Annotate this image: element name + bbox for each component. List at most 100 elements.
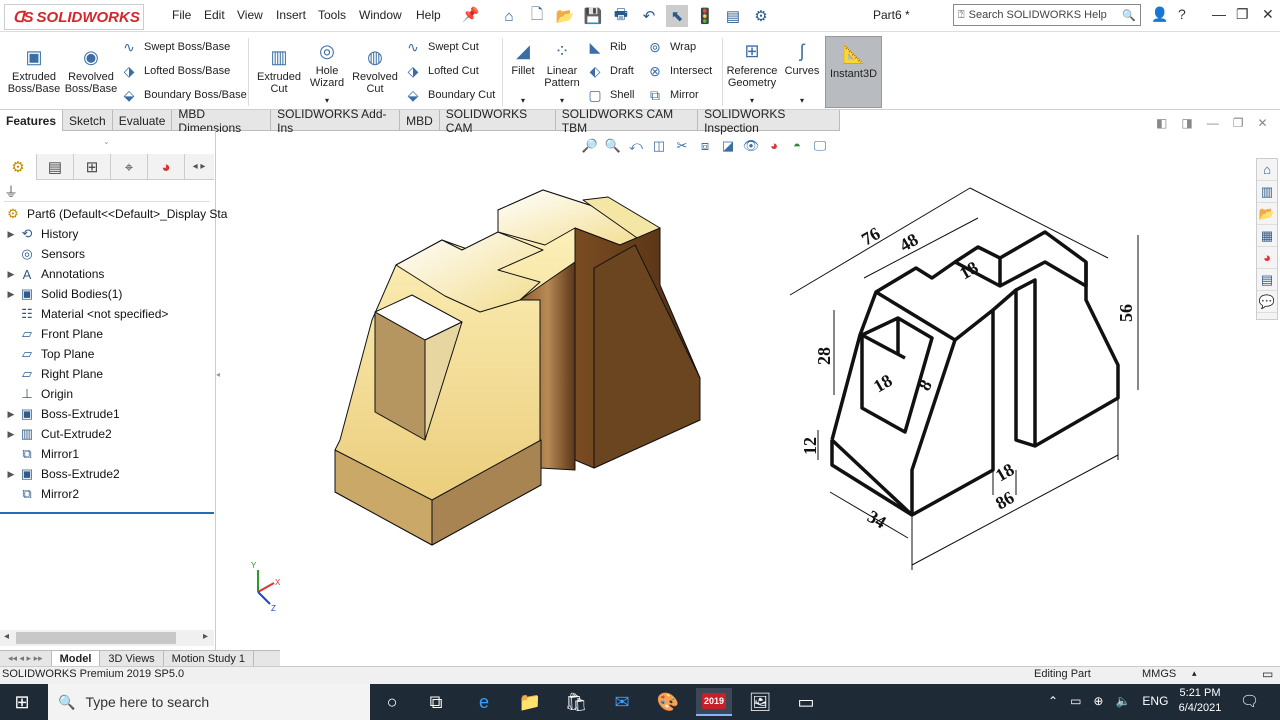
tab-mbd-dimensions[interactable]: MBD Dimensions [172,107,272,135]
tree-item[interactable]: ▶ ▣ Solid Bodies(1) [4,284,214,304]
tree-item[interactable]: ▶ A Annotations [4,264,214,284]
tree-item[interactable]: ☷ Material <not specified> [4,304,214,324]
mirror-button[interactable]: ⧉ Mirror [646,86,699,104]
tab-motion-study[interactable]: Motion Study 1 [164,651,255,666]
chevron-up-icon[interactable]: ⌃ [1048,694,1058,708]
revolved-boss-button[interactable]: ◉ Revolved Boss/Base [64,46,118,95]
volume-icon[interactable]: 🔈 [1115,694,1130,708]
network-icon[interactable]: ▭ [1070,694,1081,708]
shell-button[interactable]: ▢ Shell [586,86,634,104]
boundary-boss-button[interactable]: ⬙ Boundary Boss/Base [120,86,247,104]
scroll-right-icon[interactable]: ▸ [203,631,208,642]
dimxpert-tab[interactable]: ⌖ [111,154,148,180]
save-icon[interactable]: 💾 [582,5,604,27]
tab-solidworks-inspection[interactable]: SOLIDWORKS Inspection [698,107,840,135]
help-search-input[interactable]: ⍰ Search SOLIDWORKS Help 🔍 [953,4,1141,26]
swept-cut-button[interactable]: ∿ Swept Cut [404,38,479,56]
undo-icon[interactable]: ↶ [638,5,660,27]
intersect-button[interactable]: ⊗ Intersect [646,62,712,80]
language-indicator[interactable]: ENG [1142,694,1168,708]
rebuild-icon[interactable]: 🚦 [694,5,716,27]
notifications-icon[interactable]: 🗨 [1240,692,1259,710]
photos-icon[interactable]: 🖼 [742,688,778,716]
rollback-bar[interactable] [0,512,214,514]
menu-tools[interactable]: Tools [318,8,346,22]
extruded-boss-button[interactable]: ▣ Extruded Boss/Base [6,46,62,95]
options-gear-icon[interactable]: ⚙ [750,5,772,27]
open-folder-icon[interactable]: 📂 [554,5,576,27]
lofted-cut-button[interactable]: ⬗ Lofted Cut [404,62,479,80]
tree-item[interactable]: ▱ Top Plane [4,344,214,364]
chevron-down-icon[interactable]: ▾ [782,95,822,107]
rib-button[interactable]: ◣ Rib [586,38,627,56]
units-chevron-up-icon[interactable]: ▴ [1192,668,1197,679]
search-magnifier-icon[interactable]: 🔍 [1122,9,1140,22]
design-library-icon[interactable]: ▥ [1257,181,1277,203]
menu-window[interactable]: Window [359,8,402,22]
extruded-cut-button[interactable]: ▥ Extruded Cut [254,46,304,95]
taskbar-search-input[interactable]: 🔍 Type here to search [48,684,370,720]
units-label[interactable]: MMGS [1142,668,1176,680]
tree-item[interactable]: ⊥ Origin [4,384,214,404]
wrap-button[interactable]: ⊚ Wrap [646,38,696,56]
tree-item[interactable]: ▱ Front Plane [4,324,214,344]
file-explorer-icon[interactable]: 📂 [1257,203,1277,225]
revolved-cut-button[interactable]: ◍ Revolved Cut [350,46,400,95]
globe-icon[interactable]: ⊕ [1093,694,1103,708]
pin-icon[interactable]: 📌 [462,6,479,23]
appearances-icon[interactable]: ◕ [1257,247,1277,269]
tree-item[interactable]: ▶ ▥ Cut-Extrude2 [4,424,214,444]
task-view-icon[interactable]: ⧉ [418,688,454,716]
instant3d-button[interactable]: 📐 Instant3D [825,36,882,108]
edge-icon[interactable]: e [466,688,502,716]
lofted-boss-button[interactable]: ⬗ Lofted Boss/Base [120,62,231,80]
swept-boss-button[interactable]: ∿ Swept Boss/Base [120,38,230,56]
display-manager-tab[interactable]: ◕ [148,154,185,180]
curves-button[interactable]: ʃ Curves ▾ [782,40,822,107]
scroll-left-icon[interactable]: ◂ [4,631,9,642]
draft-button[interactable]: ⬖ Draft [586,62,634,80]
menu-file[interactable]: File [172,8,191,22]
expand-arrow-icon[interactable]: ▶ [4,429,18,440]
tab-features[interactable]: Features [0,110,64,131]
boundary-cut-button[interactable]: ⬙ Boundary Cut [404,86,496,104]
tile-right-icon[interactable]: ◨ [1181,116,1192,130]
status-options-icon[interactable]: ▭ [1262,667,1273,681]
menu-help[interactable]: Help [416,8,441,22]
scroll-thumb[interactable] [16,632,176,644]
clock[interactable]: 5:21 PM 6/4/2021 [1170,686,1230,716]
expand-arrow-icon[interactable]: ▶ [4,409,18,420]
fillet-button[interactable]: ◢ Fillet ▾ [506,40,540,107]
user-icon[interactable]: 👤 [1151,6,1168,23]
tree-root[interactable]: ⚙ Part6 (Default<<Default>_Display Sta [4,204,227,224]
chevron-down-icon[interactable]: ▾ [542,95,582,107]
reference-geometry-button[interactable]: ⊞ Reference Geometry ▾ [726,40,778,107]
tree-item[interactable]: ⧉ Mirror1 [4,444,214,464]
tab-model[interactable]: Model [51,651,101,666]
print-icon[interactable]: 🖶 [610,5,632,27]
chevron-down-icon[interactable]: ▾ [306,95,348,107]
solidworks-logo[interactable]: ꓷS SOLIDWORKS [4,4,144,30]
windows-start-icon[interactable]: ⊞ [4,688,40,716]
forum-icon[interactable]: 💬 [1257,291,1277,313]
help-icon[interactable]: ? [1178,6,1186,22]
linear-pattern-button[interactable]: ⁘ Linear Pattern ▾ [542,40,582,107]
custom-properties-icon[interactable]: ▤ [1257,269,1277,291]
feature-manager-tab[interactable]: ⚙ [0,154,37,180]
tab-mbd[interactable]: MBD [400,110,440,131]
menu-view[interactable]: View [237,8,263,22]
tile-left-icon[interactable]: ◧ [1156,116,1167,130]
expand-arrow-icon[interactable]: ▶ [4,269,18,280]
home-icon[interactable]: ⌂ [498,5,520,27]
tab-solidworks-cam[interactable]: SOLIDWORKS CAM [440,107,556,135]
cortana-icon[interactable]: ○ [374,688,410,716]
expand-arrow-icon[interactable]: ▶ [4,289,18,300]
tree-item[interactable]: ▶ ⟲ History [4,224,214,244]
panel-grip[interactable]: ⌄ [103,137,110,146]
close-icon[interactable]: ✕ [1262,6,1274,23]
tab-solidworks-cam-tbm[interactable]: SOLIDWORKS CAM TBM [556,107,699,135]
expand-arrow-icon[interactable]: ▶ [4,229,18,240]
tab-sketch[interactable]: Sketch [63,110,113,131]
solidworks-taskbar-icon[interactable]: 2019 [696,688,732,716]
chevron-down-icon[interactable]: ▾ [726,95,778,107]
